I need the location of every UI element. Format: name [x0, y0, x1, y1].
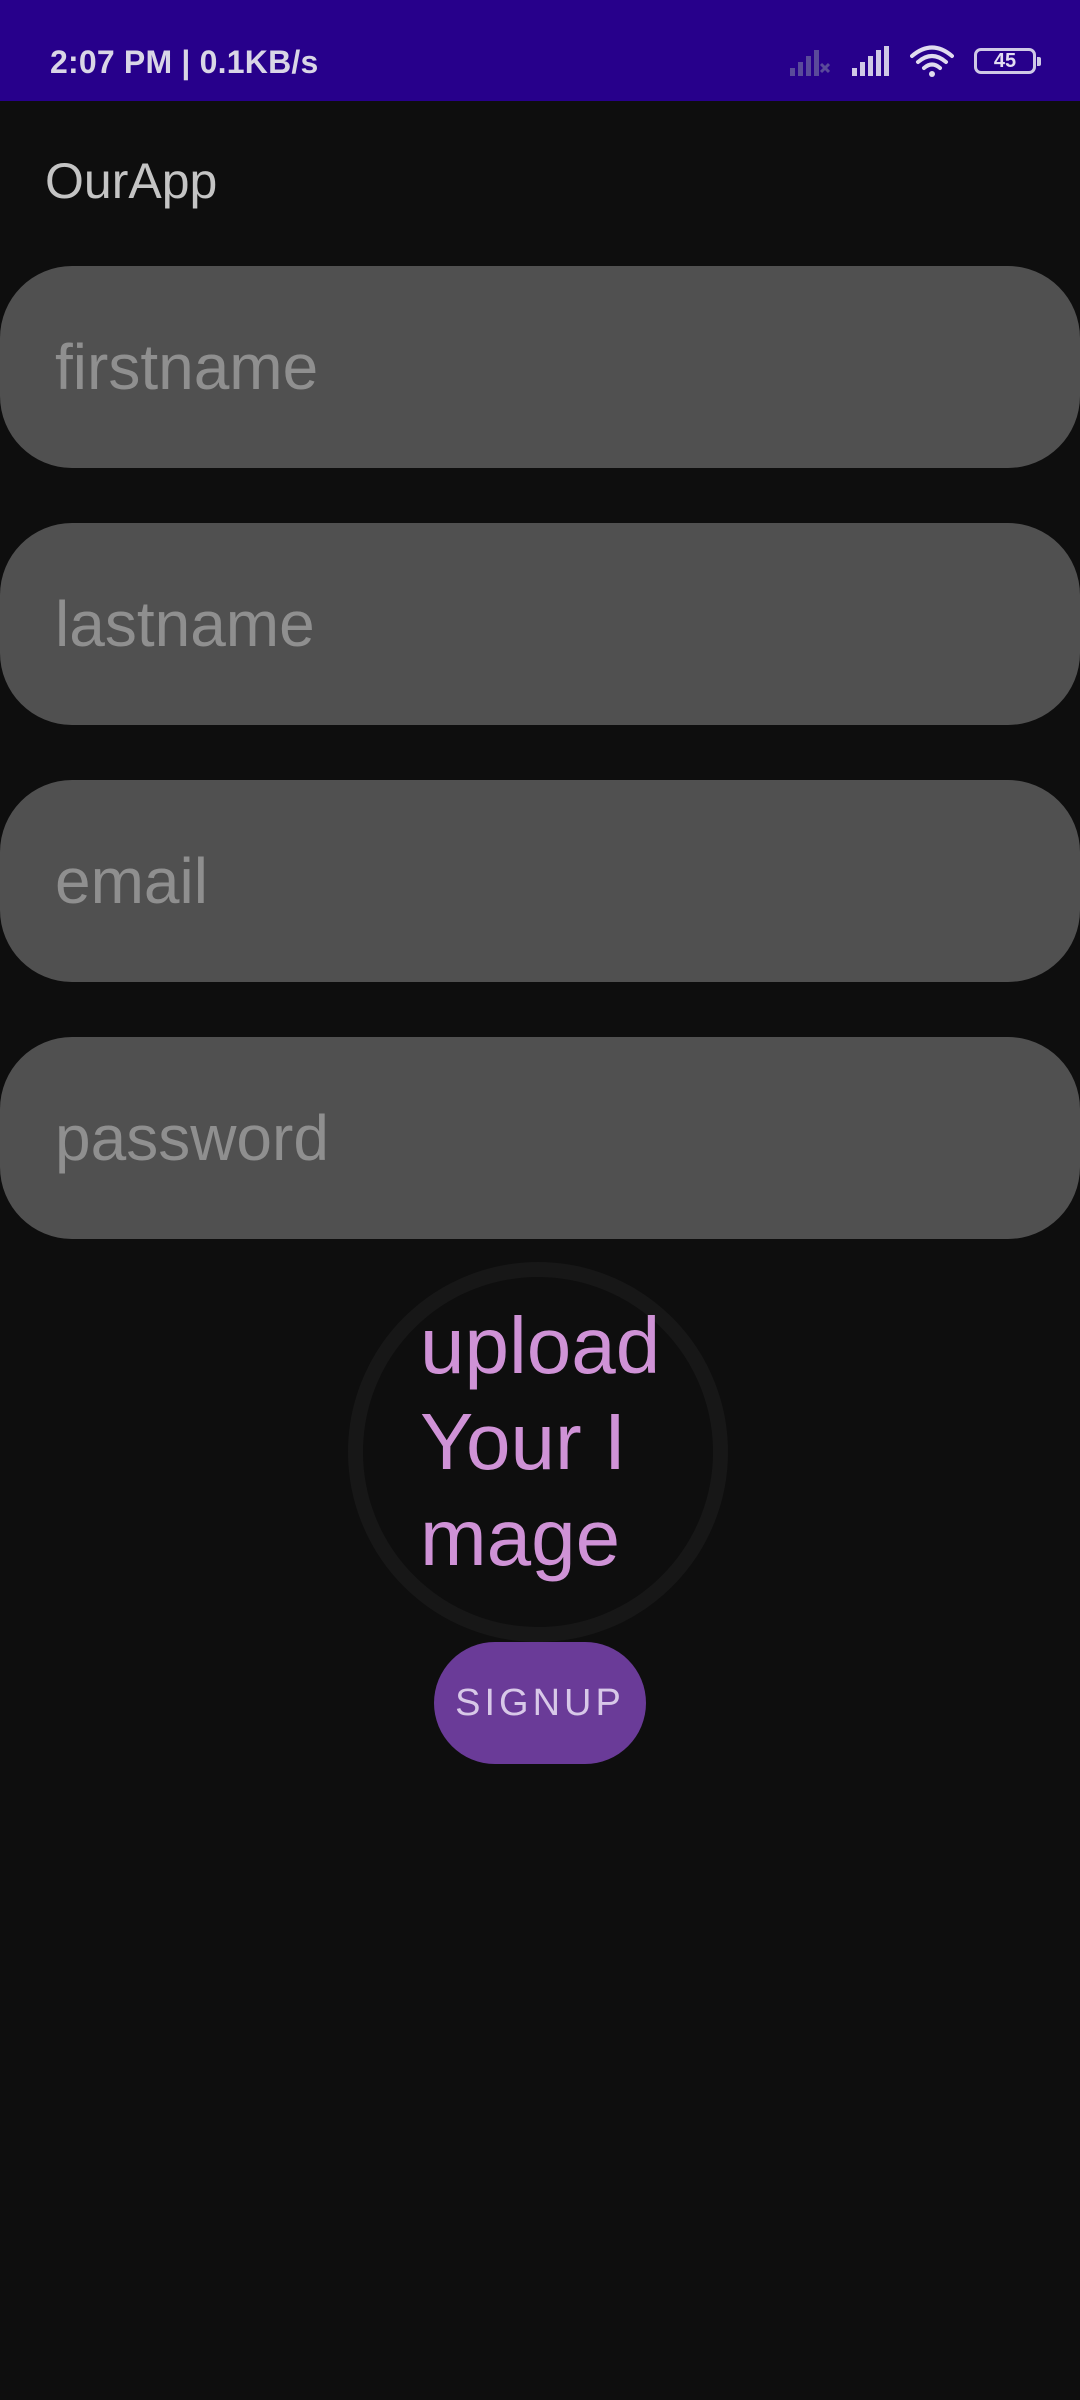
firstname-field[interactable]	[0, 266, 1080, 468]
lastname-field[interactable]	[0, 523, 1080, 725]
email-input[interactable]	[55, 844, 1015, 918]
email-field[interactable]	[0, 780, 1080, 982]
battery-icon: 45	[974, 48, 1041, 74]
wifi-icon	[910, 45, 954, 77]
signup-button[interactable]: SIGNUP	[434, 1642, 646, 1764]
password-input[interactable]	[55, 1101, 1015, 1175]
firstname-input[interactable]	[55, 330, 1015, 404]
status-bar: 2:07 PM | 0.1KB/s 45	[0, 0, 1080, 101]
status-icons: 45	[790, 44, 1041, 78]
app-title: OurApp	[45, 153, 218, 209]
password-field[interactable]	[0, 1037, 1080, 1239]
status-time: 2:07 PM | 0.1KB/s	[50, 44, 319, 80]
signal-off-icon	[790, 46, 830, 76]
upload-image-label[interactable]: upload Your Image	[420, 1298, 690, 1586]
signal-icon	[850, 46, 890, 76]
lastname-input[interactable]	[55, 587, 1015, 661]
